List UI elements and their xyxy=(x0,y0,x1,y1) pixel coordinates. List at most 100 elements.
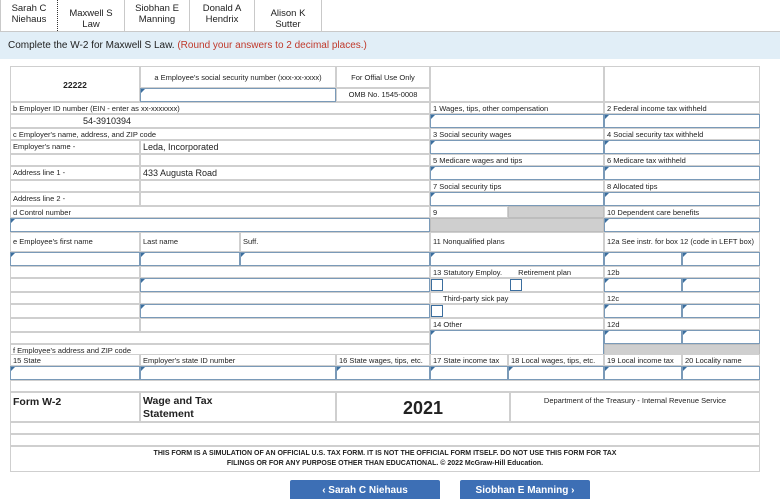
medicare-tax-input[interactable] xyxy=(604,166,760,180)
box12c-code-input[interactable] xyxy=(604,304,682,318)
employer-name-label: Employer's name - xyxy=(10,140,140,154)
box9-label: 9 xyxy=(430,206,508,218)
address2-label: Address line 2 - xyxy=(10,192,140,206)
employee-tabs: Sarah C Niehaus Maxwell S Law Siobhan E … xyxy=(0,0,780,32)
instructions-bar: Complete the W-2 for Maxwell S Law. (Rou… xyxy=(0,32,780,59)
local-wages-input[interactable] xyxy=(508,366,604,380)
blank-cell xyxy=(140,292,430,304)
last-name-input[interactable] xyxy=(140,252,240,266)
box2-label: 2 Federal income tax withheld xyxy=(604,102,760,114)
official-use-label: For Offial Use Only xyxy=(336,66,430,88)
box12d-amount-input[interactable] xyxy=(682,330,760,344)
medicare-wages-input[interactable] xyxy=(430,166,604,180)
state-wages-input[interactable] xyxy=(336,366,430,380)
ssn-input[interactable] xyxy=(140,88,336,102)
box12b-amount-input[interactable] xyxy=(682,278,760,292)
box12b-label: 12b xyxy=(604,266,760,278)
tab-donald-hendrix[interactable]: Donald A Hendrix xyxy=(189,0,255,31)
box3-label: 3 Social security wages xyxy=(430,128,604,140)
control-number-label: d Control number xyxy=(10,206,430,218)
box19-label: 19 Local income tax xyxy=(604,354,682,366)
box10-label: 10 Dependent care benefits xyxy=(604,206,760,218)
box14-label: 14 Other xyxy=(430,318,604,330)
blank-cell xyxy=(10,266,140,278)
disclaimer-line2: FILINGS OR FOR ANY PURPOSE OTHER THAN ED… xyxy=(226,460,544,467)
tab-sarah-niehaus[interactable]: Sarah C Niehaus xyxy=(0,0,58,31)
blank-row xyxy=(10,434,760,446)
tab-maxwell-law[interactable]: Maxwell S Law xyxy=(57,0,125,31)
locality-name-input[interactable] xyxy=(682,366,760,380)
last-name-label: Last name xyxy=(140,232,240,252)
blank-cell xyxy=(10,318,140,332)
box16-label: 16 State wages, tips, etc. xyxy=(336,354,430,366)
local-income-tax-input[interactable] xyxy=(604,366,682,380)
blank-cell xyxy=(140,180,430,192)
form-name: Form W-2 xyxy=(10,392,140,422)
blank-cell xyxy=(10,154,140,166)
box17-label: 17 State income tax xyxy=(430,354,508,366)
allocated-tips-input[interactable] xyxy=(604,192,760,206)
control-number-input[interactable] xyxy=(10,218,430,232)
suffix-input[interactable] xyxy=(240,252,430,266)
tax-year: 2021 xyxy=(336,392,510,422)
w2-form: 22222 a Employee's social security numbe… xyxy=(10,66,760,472)
blank-cell xyxy=(10,292,140,304)
tab-label: Maxwell S Law xyxy=(69,8,113,30)
tab-siobhan-manning[interactable]: Siobhan E Manning xyxy=(124,0,190,31)
box20-label: 20 Locality name xyxy=(682,354,760,366)
nonqualified-input[interactable] xyxy=(430,252,604,266)
state-income-tax-input[interactable] xyxy=(430,366,508,380)
box9-input-shaded xyxy=(430,218,604,232)
federal-tax-input[interactable] xyxy=(604,114,760,128)
blank-cell xyxy=(140,318,430,332)
dependent-care-input[interactable] xyxy=(604,218,760,232)
next-employee-button[interactable]: Siobhan E Manning › xyxy=(460,480,590,499)
retirement-plan-checkbox[interactable] xyxy=(510,279,522,291)
tab-label: Alison K Sutter xyxy=(270,8,306,30)
control-code: 22222 xyxy=(10,66,140,102)
employer-state-id-input[interactable] xyxy=(140,366,336,380)
ss-tips-input[interactable] xyxy=(430,192,604,206)
box7-label: 7 Social security tips xyxy=(430,180,604,192)
statutory-employee-checkbox[interactable] xyxy=(431,279,443,291)
instructions-hint: (Round your answers to 2 decimal places.… xyxy=(177,40,367,51)
wages-input[interactable] xyxy=(430,114,604,128)
box11-label: 11 Nonqualified plans xyxy=(430,232,604,252)
box9-shaded xyxy=(508,206,604,218)
third-party-sick-pay-checkbox[interactable] xyxy=(431,305,443,317)
box12b-code-input[interactable] xyxy=(604,278,682,292)
box6-label: 6 Medicare tax withheld xyxy=(604,154,760,166)
box8-label: 8 Allocated tips xyxy=(604,180,760,192)
employee-address1-input[interactable] xyxy=(140,278,430,292)
box12c-amount-input[interactable] xyxy=(682,304,760,318)
tab-alison-sutter[interactable]: Alison K Sutter xyxy=(254,0,322,31)
box12a-amount-input[interactable] xyxy=(682,252,760,266)
blank-cell xyxy=(10,180,140,192)
box12a-code-input[interactable] xyxy=(604,252,682,266)
prev-employee-button[interactable]: ‹ Sarah C Niehaus xyxy=(290,480,440,499)
form-title-line2: Statement xyxy=(143,408,194,420)
box14-other-input[interactable] xyxy=(430,330,604,356)
box1-label: 1 Wages, tips, other compensation xyxy=(430,102,604,114)
tab-label: Siobhan E Manning xyxy=(135,3,179,25)
sick-pay-row xyxy=(430,304,604,318)
box13-label-row: 13 Statutory Employ. Retirement plan xyxy=(430,266,604,278)
blank-cell xyxy=(10,304,140,318)
ss-tax-input[interactable] xyxy=(604,140,760,154)
retirement-label: Retirement plan xyxy=(518,268,572,277)
blank-row xyxy=(10,380,760,392)
first-name-input[interactable] xyxy=(10,252,140,266)
address1-value: 433 Augusta Road xyxy=(140,166,430,180)
box5-label: 5 Medicare wages and tips xyxy=(430,154,604,166)
box12d-code-input[interactable] xyxy=(604,330,682,344)
state-input[interactable] xyxy=(10,366,140,380)
ss-wages-input[interactable] xyxy=(430,140,604,154)
first-name-label: e Employee's first name xyxy=(10,232,140,252)
box15-label: 15 State xyxy=(10,354,140,366)
suffix-label: Suff. xyxy=(240,232,430,252)
dept-label: Department of the Treasury - Internal Re… xyxy=(510,392,760,422)
employee-address2-input[interactable] xyxy=(140,304,430,318)
box4-label: 4 Social security tax withheld xyxy=(604,128,760,140)
box18-label: 18 Local wages, tips, etc. xyxy=(508,354,604,366)
employer-name: Leda, Incorporated xyxy=(140,140,430,154)
